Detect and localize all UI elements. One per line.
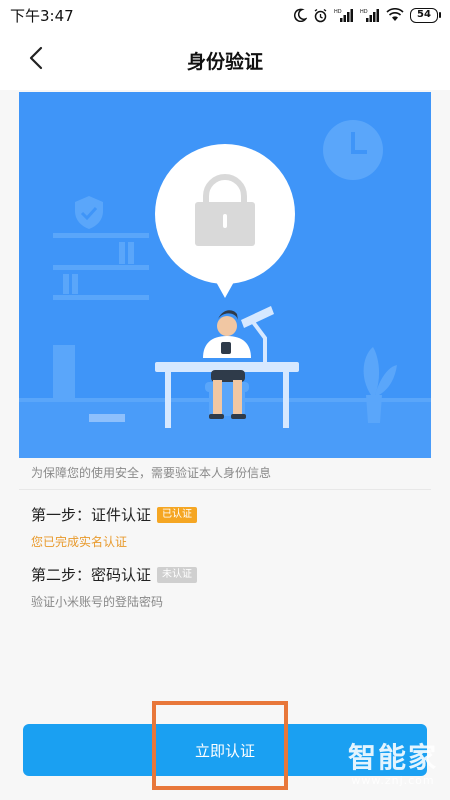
step-id-verification: 第一步：证件认证 已认证 您已完成实名认证 [31, 504, 198, 550]
status-badge-verified: 已认证 [157, 506, 198, 523]
divider [19, 489, 431, 490]
step-title: 第一步：证件认证 [31, 506, 152, 524]
moon-icon [293, 8, 307, 22]
status-icons: HD HD 54 [293, 7, 441, 23]
step-subtitle: 您已完成实名认证 [31, 535, 128, 549]
page-title: 身份验证 [186, 50, 263, 73]
battery-icon: 54 [410, 7, 441, 23]
step-title: 第二步：密码认证 [31, 566, 152, 584]
status-badge-unverified: 未认证 [157, 566, 198, 583]
back-button[interactable] [22, 46, 50, 74]
svg-text:HD: HD [360, 9, 368, 15]
svg-text:HD: HD [334, 9, 342, 15]
status-time: 下午3:47 [10, 6, 74, 25]
watermark-url: www.znj.com [351, 773, 435, 787]
status-bar: 下午3:47 HD HD 54 [0, 0, 450, 30]
watermark-title: 智能家 [347, 740, 438, 774]
step-title-row: 第二步：密码认证 未认证 [31, 564, 198, 585]
security-illustration [19, 92, 431, 458]
wifi-icon [386, 8, 404, 22]
step-title-row: 第一步：证件认证 已认证 [31, 504, 198, 525]
clock-icon [323, 120, 383, 180]
nav-bar: 身份验证 [0, 30, 450, 90]
chevron-left-icon [28, 46, 44, 74]
step-password-verification: 第二步：密码认证 未认证 验证小米账号的登陆密码 [31, 564, 198, 610]
watermark-logo: 智能家 www.znj.com [338, 733, 448, 795]
alarm-icon [313, 8, 328, 23]
step-subtitle: 验证小米账号的登陆密码 [31, 595, 164, 609]
signal-hd-icon: HD [334, 8, 354, 22]
signal-hd-icon-2: HD [360, 8, 380, 22]
security-hint: 为保障您的使用安全，需要验证本人身份信息 [31, 466, 272, 480]
